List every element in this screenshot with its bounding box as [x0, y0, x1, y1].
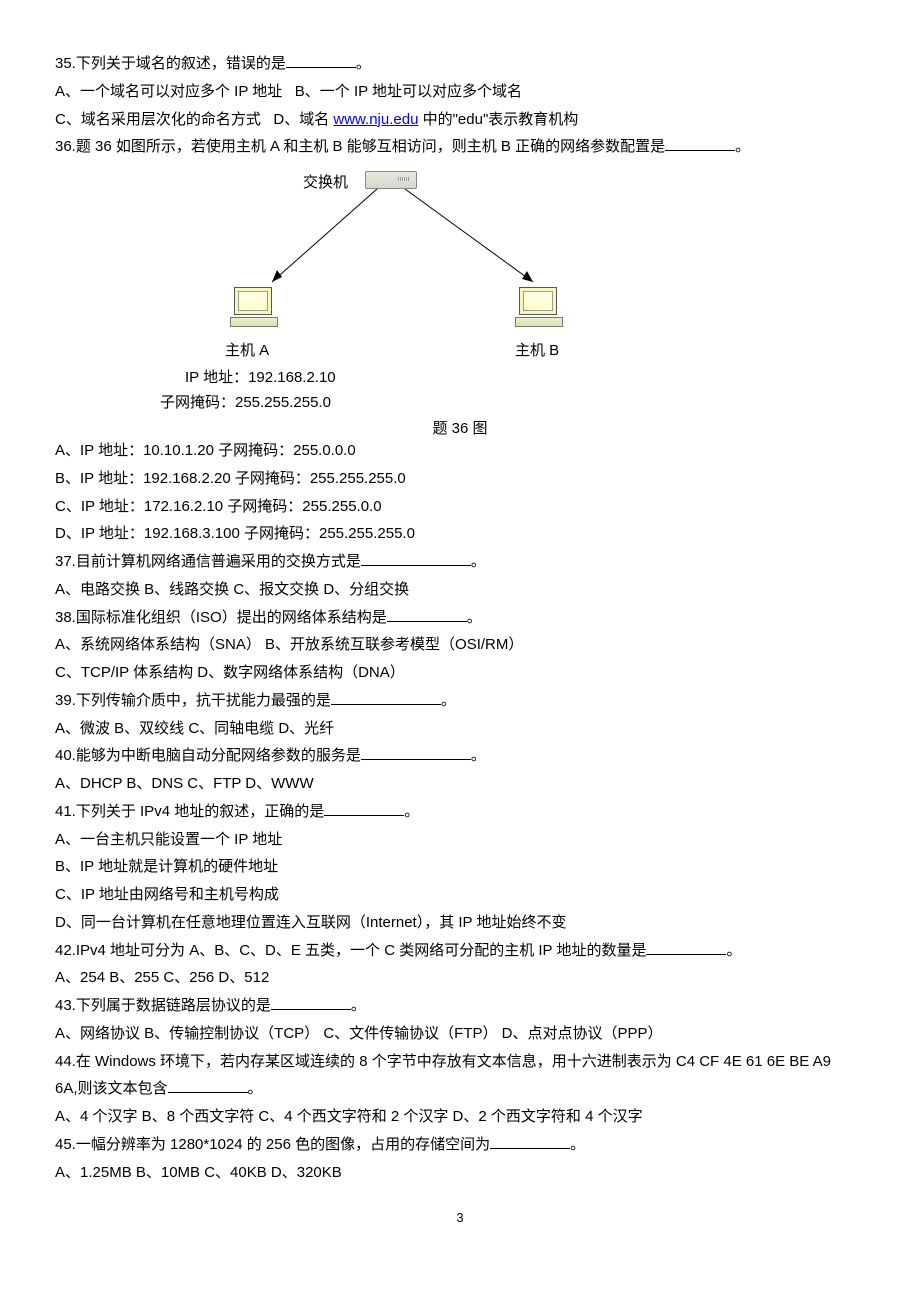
blank — [646, 939, 726, 955]
q36-stem: 36.题 36 如图所示，若使用主机 A 和主机 B 能够互相访问，则主机 B … — [55, 133, 865, 161]
blank — [387, 606, 467, 622]
blank — [286, 52, 356, 68]
q44-line2: 6A,则该文本包含 。 — [55, 1075, 865, 1103]
q38-stem: 38.国际标准化组织（ISO）提出的网络体系结构是 。 — [55, 604, 865, 632]
blank — [361, 744, 471, 760]
host-a-label: 主机 A — [225, 337, 269, 365]
host-a-icon — [230, 287, 276, 327]
q43-stem-tail: 。 — [351, 997, 366, 1014]
blank — [361, 550, 471, 566]
q43-opts: A、网络协议 B、传输控制协议（TCP） C、文件传输协议（FTP） D、点对点… — [55, 1020, 865, 1048]
q36-stem-tail: 。 — [735, 138, 750, 155]
q44-opts: A、4 个汉字 B、8 个西文字符 C、4 个西文字符和 2 个汉字 D、2 个… — [55, 1103, 865, 1131]
q42-stem-tail: 。 — [726, 942, 741, 959]
q36-stem-text: 36.题 36 如图所示，若使用主机 A 和主机 B 能够互相访问，则主机 B … — [55, 138, 665, 155]
q42-stem-text: 42.IPv4 地址可分为 A、B、C、D、E 五类，一个 C 类网络可分配的主… — [55, 942, 646, 959]
q35-stem: 35.下列关于域名的叙述，错误的是 。 — [55, 50, 865, 78]
q36-optB: B、IP 地址：192.168.2.20 子网掩码：255.255.255.0 — [55, 465, 865, 493]
q37-stem-text: 37.目前计算机网络通信普遍采用的交换方式是 — [55, 553, 361, 570]
q38-stem-text: 38.国际标准化组织（ISO）提出的网络体系结构是 — [55, 609, 387, 626]
q42-opts: A、254 B、255 C、256 D、512 — [55, 964, 865, 992]
q35-line-ab: A、一个域名可以对应多个 IP 地址 B、一个 IP 地址可以对应多个域名 — [55, 78, 865, 106]
q36-optC: C、IP 地址：172.16.2.10 子网掩码：255.255.0.0 — [55, 493, 865, 521]
q35-line-cd: C、域名采用层次化的命名方式 D、域名 www.nju.edu 中的"edu"表… — [55, 106, 865, 134]
q45-opts: A、1.25MB B、10MB C、40KB D、320KB — [55, 1159, 865, 1187]
q38-stem-tail: 。 — [467, 609, 482, 626]
q39-stem-tail: 。 — [441, 692, 456, 709]
q35-optB: B、一个 IP 地址可以对应多个域名 — [295, 83, 522, 100]
blank — [665, 135, 735, 151]
q35-stem-tail: 。 — [356, 55, 371, 72]
blank — [168, 1077, 248, 1093]
host-b-label: 主机 B — [515, 337, 559, 365]
q35-optC: C、域名采用层次化的命名方式 — [55, 111, 261, 128]
q35-optD-pre: D、域名 — [273, 111, 333, 128]
page-number: 3 — [55, 1206, 865, 1230]
q44-line2-tail: 。 — [248, 1080, 263, 1097]
q35-optD-post: 中的"edu"表示教育机构 — [418, 111, 578, 128]
blank — [490, 1133, 570, 1149]
q35-stem-text: 35.下列关于域名的叙述，错误的是 — [55, 55, 286, 72]
q45-stem-tail: 。 — [570, 1136, 585, 1153]
q41-optC: C、IP 地址由网络号和主机号构成 — [55, 881, 865, 909]
q42-stem: 42.IPv4 地址可分为 A、B、C、D、E 五类，一个 C 类网络可分配的主… — [55, 937, 865, 965]
host-a-mask: 子网掩码：255.255.255.0 — [160, 389, 331, 417]
q37-stem-tail: 。 — [471, 553, 486, 570]
q35-optA: A、一个域名可以对应多个 IP 地址 — [55, 83, 282, 100]
q45-stem-text: 45.一幅分辨率为 1280*1024 的 256 色的图像，占用的存储空间为 — [55, 1136, 490, 1153]
host-a-ip: IP 地址：192.168.2.10 — [185, 364, 336, 392]
q41-stem: 41.下列关于 IPv4 地址的叙述，正确的是 。 — [55, 798, 865, 826]
q38-opts-2: C、TCP/IP 体系结构 D、数字网络体系结构（DNA） — [55, 659, 865, 687]
q41-optD: D、同一台计算机在任意地理位置连入互联网（Internet），其 IP 地址始终… — [55, 909, 865, 937]
q39-opts: A、微波 B、双绞线 C、同轴电缆 D、光纤 — [55, 715, 865, 743]
q37-stem: 37.目前计算机网络通信普遍采用的交换方式是 。 — [55, 548, 865, 576]
q40-opts: A、DHCP B、DNS C、FTP D、WWW — [55, 770, 865, 798]
q39-stem-text: 39.下列传输介质中，抗干扰能力最强的是 — [55, 692, 331, 709]
q43-stem-text: 43.下列属于数据链路层协议的是 — [55, 997, 271, 1014]
blank — [331, 689, 441, 705]
q39-stem: 39.下列传输介质中，抗干扰能力最强的是 。 — [55, 687, 865, 715]
blank — [324, 800, 404, 816]
blank — [271, 994, 351, 1010]
q41-stem-tail: 。 — [404, 803, 419, 820]
q40-stem: 40.能够为中断电脑自动分配网络参数的服务是 。 — [55, 742, 865, 770]
q44-line1: 44.在 Windows 环境下，若内存某区域连续的 8 个字节中存放有文本信息… — [55, 1048, 865, 1076]
q35-link[interactable]: www.nju.edu — [333, 111, 418, 128]
q37-opts: A、电路交换 B、线路交换 C、报文交换 D、分组交换 — [55, 576, 865, 604]
q36-figure: 交换机 主机 A 主机 B IP 地址：192.168.2.10 子网掩码：25… — [55, 167, 865, 437]
q40-stem-tail: 。 — [471, 747, 486, 764]
q38-opts-1: A、系统网络体系结构（SNA） B、开放系统互联参考模型（OSI/RM） — [55, 631, 865, 659]
q43-stem: 43.下列属于数据链路层协议的是 。 — [55, 992, 865, 1020]
q41-optA: A、一台主机只能设置一个 IP 地址 — [55, 826, 865, 854]
q45-stem: 45.一幅分辨率为 1280*1024 的 256 色的图像，占用的存储空间为 。 — [55, 1131, 865, 1159]
q40-stem-text: 40.能够为中断电脑自动分配网络参数的服务是 — [55, 747, 361, 764]
q41-optB: B、IP 地址就是计算机的硬件地址 — [55, 853, 865, 881]
host-b-icon — [515, 287, 561, 327]
q36-optD: D、IP 地址：192.168.3.100 子网掩码：255.255.255.0 — [55, 520, 865, 548]
figure-caption: 题 36 图 — [55, 415, 865, 443]
q44-line2-text: 6A,则该文本包含 — [55, 1080, 168, 1097]
q41-stem-text: 41.下列关于 IPv4 地址的叙述，正确的是 — [55, 803, 324, 820]
